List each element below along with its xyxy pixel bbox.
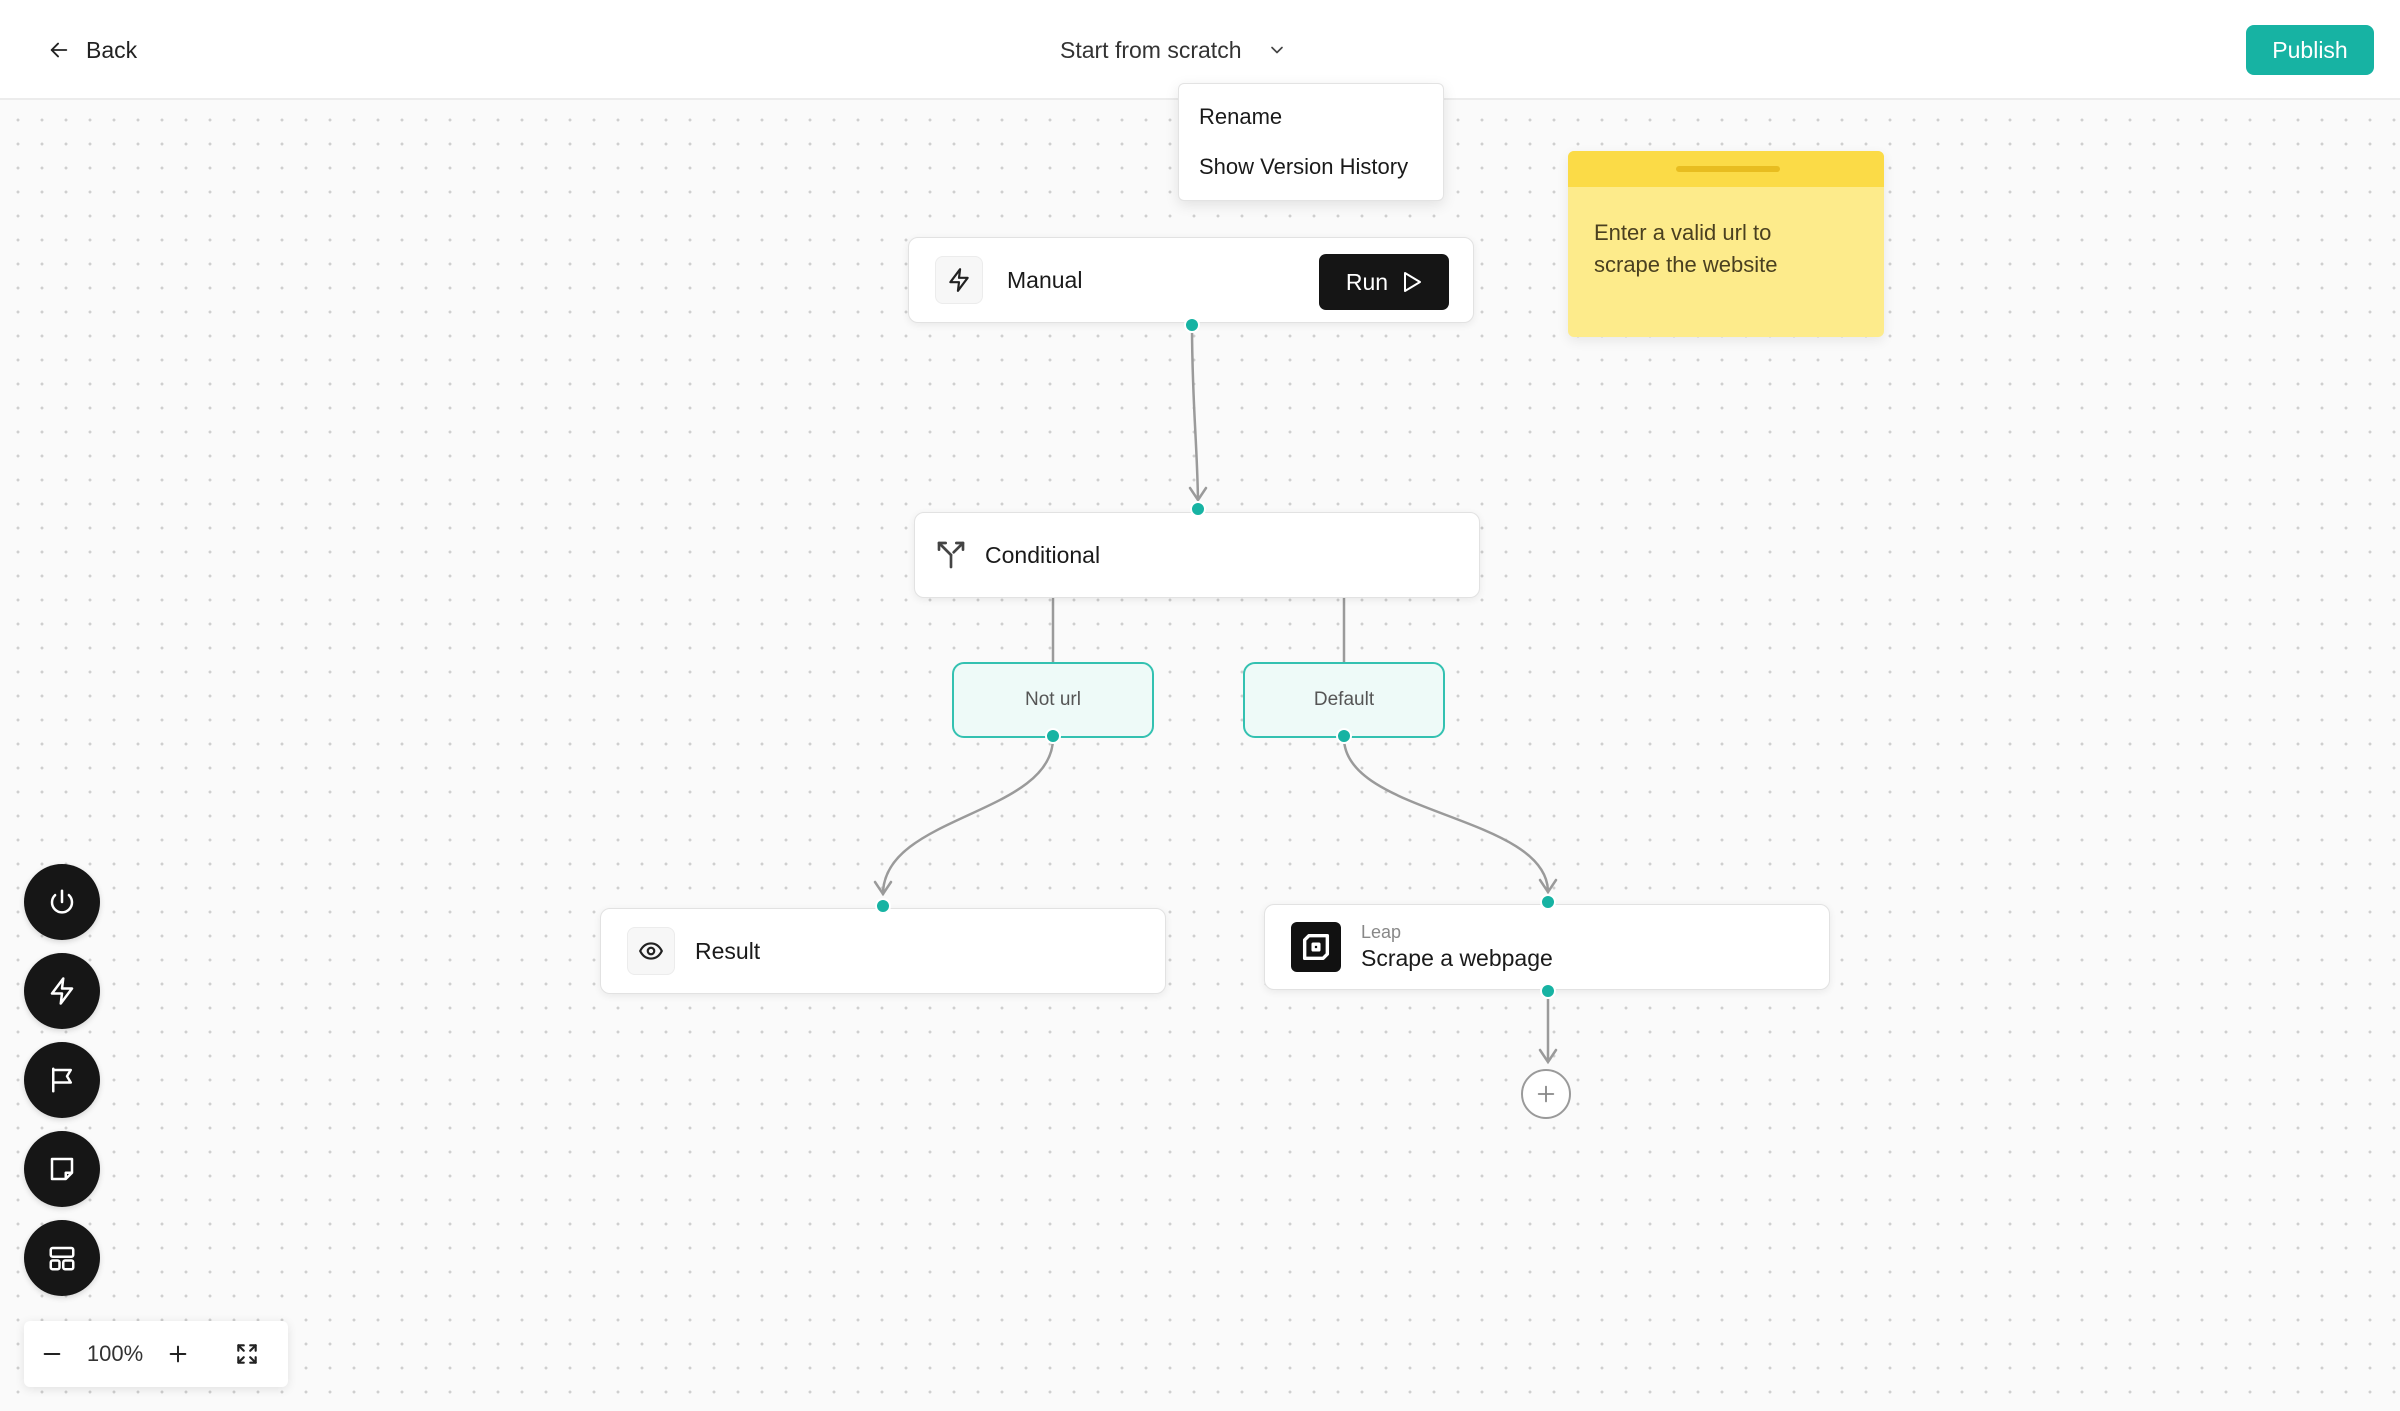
branch-default[interactable]: Default: [1243, 662, 1445, 738]
note-icon: [50, 1157, 74, 1181]
node-result-label: Result: [695, 937, 761, 964]
eye-icon: [627, 927, 675, 975]
toolbar-trigger-button[interactable]: [24, 953, 100, 1029]
zoom-in-button[interactable]: [150, 1321, 206, 1387]
zoom-out-button[interactable]: [24, 1321, 80, 1387]
plus-icon: [169, 1345, 187, 1363]
menu-item-rename[interactable]: Rename: [1179, 92, 1443, 142]
expand-icon: [237, 1344, 257, 1364]
run-button[interactable]: Run: [1319, 254, 1449, 310]
node-scrape-output-handle[interactable]: [1540, 983, 1556, 999]
node-result[interactable]: Result: [600, 908, 1166, 994]
flag-icon: [52, 1067, 72, 1093]
branch-default-output-handle[interactable]: [1336, 728, 1352, 744]
minus-icon: [43, 1352, 61, 1356]
sticky-note-line-2: scrape the website: [1594, 252, 1778, 277]
back-button[interactable]: Back: [48, 30, 137, 70]
node-scrape-label: Scrape a webpage: [1361, 945, 1553, 971]
workflow-title: Start from scratch: [1060, 36, 1242, 63]
node-result-input-handle[interactable]: [875, 898, 891, 914]
arrow-left-icon: [50, 42, 68, 58]
leap-logo-icon: [1291, 922, 1341, 972]
node-conditional-input-handle[interactable]: [1190, 501, 1206, 517]
node-manual[interactable]: Manual Run: [908, 237, 1474, 323]
publish-button[interactable]: Publish: [2246, 25, 2374, 75]
branch-not-url[interactable]: Not url: [952, 662, 1154, 738]
toolbar-flag-button[interactable]: [24, 1042, 100, 1118]
node-conditional[interactable]: Conditional: [914, 512, 1480, 598]
plus-icon: [1537, 1085, 1555, 1103]
node-scrape-provider: Leap: [1361, 922, 1402, 942]
power-icon: [50, 889, 74, 914]
node-manual-label: Manual: [1007, 266, 1083, 293]
lightning-icon: [50, 977, 74, 1005]
zoom-controls: 100%: [24, 1321, 288, 1387]
workflow-title-dropdown[interactable]: Start from scratch: [1060, 30, 1287, 70]
sticky-note-header[interactable]: [1568, 151, 1884, 187]
chevron-down-icon: [1271, 46, 1284, 54]
branch-not-url-output-handle[interactable]: [1045, 728, 1061, 744]
toolbar-power-button[interactable]: [24, 864, 100, 940]
sticky-note-text[interactable]: Enter a valid url to scrape the website: [1568, 187, 1884, 311]
sticky-note-line-1: Enter a valid url to: [1594, 220, 1772, 245]
back-label: Back: [86, 36, 138, 63]
split-arrows-icon: [937, 541, 965, 569]
title-menu: Rename Show Version History: [1178, 83, 1444, 201]
node-conditional-label: Conditional: [985, 541, 1101, 568]
node-scrape-text: Leap Scrape a webpage: [1361, 921, 1553, 973]
toolbar-note-button[interactable]: [24, 1131, 100, 1207]
node-scrape-webpage[interactable]: Leap Scrape a webpage: [1264, 904, 1830, 990]
menu-item-show-version-history[interactable]: Show Version History: [1179, 142, 1443, 192]
drag-handle[interactable]: [1676, 166, 1780, 172]
play-icon: [1404, 272, 1422, 292]
layout-icon: [49, 1246, 75, 1271]
node-manual-output-handle[interactable]: [1184, 317, 1200, 333]
fit-view-button[interactable]: [206, 1321, 288, 1387]
zoom-level: 100%: [86, 1341, 144, 1366]
run-label: Run: [1345, 268, 1389, 295]
add-node-button[interactable]: [1521, 1069, 1571, 1119]
node-scrape-input-handle[interactable]: [1540, 894, 1556, 910]
sticky-note[interactable]: Enter a valid url to scrape the website: [1568, 151, 1884, 337]
toolbar-layout-button[interactable]: [24, 1220, 100, 1296]
lightning-icon: [935, 256, 983, 304]
